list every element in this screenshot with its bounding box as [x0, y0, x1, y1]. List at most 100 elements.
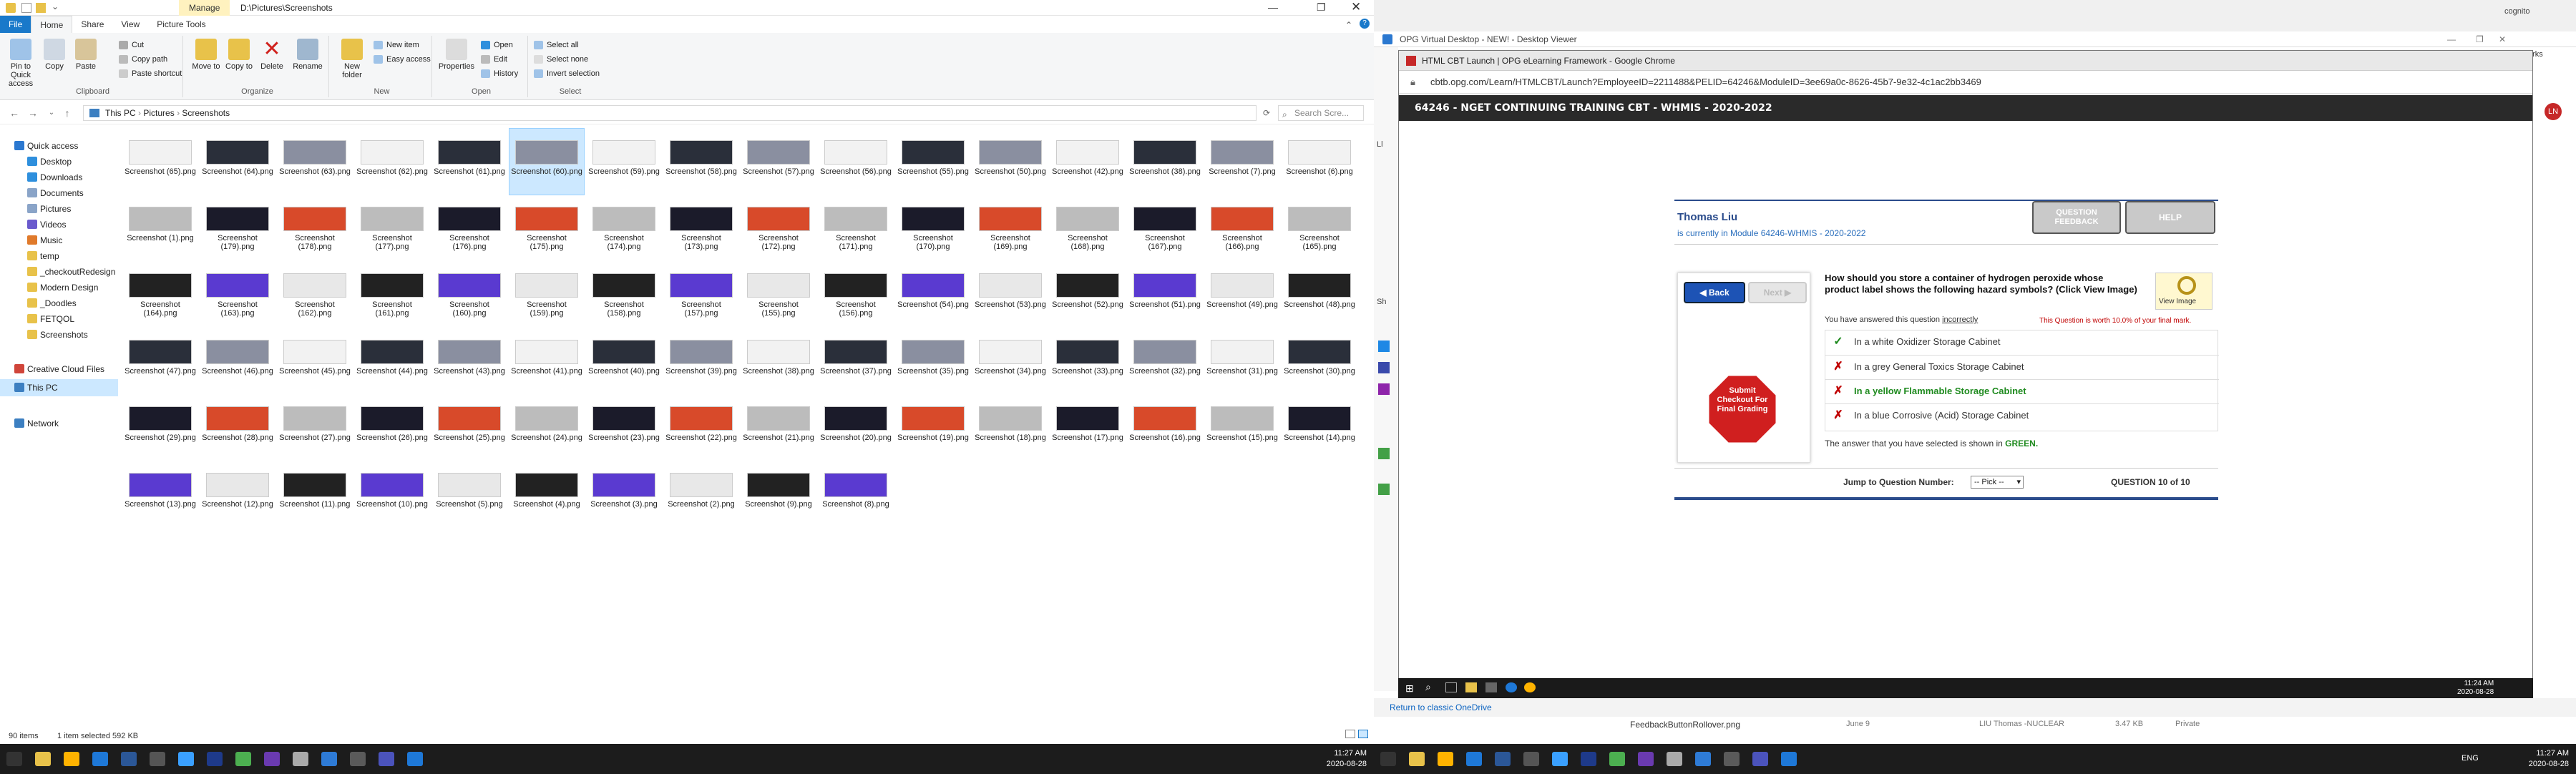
edit-button[interactable]: Edit: [479, 53, 507, 66]
file-tile[interactable]: Screenshot (175).png: [509, 195, 584, 261]
taskbar-app-icon[interactable]: [200, 744, 229, 774]
taskbar-app-icon[interactable]: [1431, 744, 1460, 774]
file-tile[interactable]: Screenshot (45).png: [278, 328, 352, 394]
app-tile-icon[interactable]: [1378, 362, 1390, 373]
tab-home[interactable]: Home: [31, 16, 73, 33]
file-tile[interactable]: Screenshot (32).png: [1128, 328, 1202, 394]
file-tile[interactable]: Screenshot (11).png: [278, 461, 352, 527]
file-tile[interactable]: Screenshot (38).png: [741, 328, 816, 394]
taskbar-app-icon[interactable]: [258, 744, 286, 774]
onedrive-file-name[interactable]: FeedbackButtonRollover.png: [1630, 720, 1740, 730]
file-tile[interactable]: Screenshot (62).png: [355, 129, 429, 195]
file-tile[interactable]: Screenshot (5).png: [432, 461, 507, 527]
taskbar-app-icon[interactable]: [1546, 744, 1574, 774]
file-tile[interactable]: Screenshot (48).png: [1282, 262, 1357, 328]
tab-picture-tools[interactable]: Picture Tools: [148, 16, 214, 33]
file-tile[interactable]: Screenshot (174).png: [587, 195, 661, 261]
taskbar-app-icon[interactable]: [0, 744, 29, 774]
app-tile-icon[interactable]: [1378, 341, 1390, 352]
file-tile[interactable]: Screenshot (173).png: [664, 195, 738, 261]
file-tile[interactable]: Screenshot (50).png: [973, 129, 1048, 195]
windows-start-icon[interactable]: ⊞: [1405, 682, 1414, 695]
file-tile[interactable]: Screenshot (56).png: [819, 129, 893, 195]
app-icon[interactable]: [1485, 682, 1497, 692]
easy-access-button[interactable]: Easy access: [372, 53, 431, 66]
submit-checkout-button[interactable]: Submit Checkout For Final Grading: [1707, 373, 1778, 445]
file-tile[interactable]: Screenshot (178).png: [278, 195, 352, 261]
taskbar-app-icon[interactable]: [1488, 744, 1517, 774]
breadcrumb-screenshots[interactable]: Screenshots: [182, 108, 230, 118]
file-tile[interactable]: Screenshot (179).png: [200, 195, 275, 261]
recent-dropdown-icon[interactable]: ⌄: [44, 106, 59, 120]
app-tile-icon[interactable]: [1378, 448, 1390, 459]
history-button[interactable]: History: [479, 67, 518, 80]
select-none-button[interactable]: Select none: [532, 53, 588, 66]
app-tile-icon[interactable]: [1378, 383, 1390, 395]
inner-clock[interactable]: 11:24 AM 2020-08-28: [2457, 680, 2494, 697]
taskbar-app-icon[interactable]: [1574, 744, 1603, 774]
file-tile[interactable]: Screenshot (23).png: [587, 395, 661, 461]
clock-left[interactable]: 11:27 AM 2020-08-28: [1295, 744, 1367, 774]
file-tile[interactable]: Screenshot (3).png: [587, 461, 661, 527]
copy-path-button[interactable]: Copy path: [117, 53, 167, 66]
ribbon-collapse-icon[interactable]: ⌃: [1345, 20, 1352, 30]
taskbar-app-icon[interactable]: [1689, 744, 1717, 774]
new-folder-icon[interactable]: [36, 3, 46, 13]
file-tile[interactable]: Screenshot (43).png: [432, 328, 507, 394]
nav-item[interactable]: Downloads: [0, 169, 118, 186]
file-tile[interactable]: Screenshot (12).png: [200, 461, 275, 527]
nav-item[interactable]: Videos: [0, 216, 118, 233]
move-to-button[interactable]: Move to: [190, 39, 222, 71]
option-4[interactable]: ✗ In a blue Corrosive (Acid) Storage Cabi…: [1825, 403, 2219, 426]
breadcrumb-pictures[interactable]: Pictures: [143, 108, 174, 118]
nav-item[interactable]: Screenshots: [0, 326, 118, 343]
taskbar-app-icon[interactable]: [1460, 744, 1488, 774]
help-button[interactable]: HELP: [2125, 201, 2215, 234]
new-folder-button[interactable]: New folder: [336, 39, 368, 79]
file-tile[interactable]: Screenshot (1).png: [123, 195, 197, 261]
copy-to-button[interactable]: Copy to: [223, 39, 255, 71]
file-tile[interactable]: Screenshot (19).png: [896, 395, 970, 461]
paste-button[interactable]: Paste: [72, 39, 100, 71]
file-tile[interactable]: Screenshot (155).png: [741, 262, 816, 328]
file-tile[interactable]: Screenshot (38).png: [1128, 129, 1202, 195]
file-tile[interactable]: Screenshot (26).png: [355, 395, 429, 461]
file-tile[interactable]: Screenshot (168).png: [1050, 195, 1125, 261]
up-arrow-icon[interactable]: ↑: [60, 106, 74, 120]
file-tile[interactable]: Screenshot (35).png: [896, 328, 970, 394]
properties-button[interactable]: Properties: [438, 39, 475, 71]
file-tile[interactable]: Screenshot (177).png: [355, 195, 429, 261]
taskbar-app-icon[interactable]: [315, 744, 343, 774]
file-tile[interactable]: Screenshot (169).png: [973, 195, 1048, 261]
taskbar-app-icon[interactable]: [143, 744, 172, 774]
taskbar-app-icon[interactable]: [1660, 744, 1689, 774]
taskbar-app-icon[interactable]: [172, 744, 200, 774]
tab-view[interactable]: View: [112, 16, 148, 33]
breadcrumb-this-pc[interactable]: This PC: [105, 108, 136, 118]
back-button[interactable]: ◀ Back: [1684, 282, 1745, 303]
file-tile[interactable]: Screenshot (156).png: [819, 262, 893, 328]
file-tile[interactable]: Screenshot (172).png: [741, 195, 816, 261]
file-tile[interactable]: Screenshot (24).png: [509, 395, 584, 461]
file-tile[interactable]: Screenshot (33).png: [1050, 328, 1125, 394]
maximize-icon[interactable]: ❐: [1317, 1, 1326, 14]
address-box[interactable]: This PC › Pictures › Screenshots: [83, 105, 1257, 121]
pin-quick-access-button[interactable]: Pin to Quick access: [3, 39, 39, 88]
file-tile[interactable]: Screenshot (29).png: [123, 395, 197, 461]
file-tile[interactable]: Screenshot (170).png: [896, 195, 970, 261]
taskbar-app-icon[interactable]: [1603, 744, 1631, 774]
file-tile[interactable]: Screenshot (18).png: [973, 395, 1048, 461]
file-tile[interactable]: Screenshot (164).png: [123, 262, 197, 328]
nav-item[interactable]: Creative Cloud Files: [0, 361, 118, 378]
file-tile[interactable]: Screenshot (46).png: [200, 328, 275, 394]
file-tile[interactable]: Screenshot (16).png: [1128, 395, 1202, 461]
nav-item[interactable]: Modern Design: [0, 279, 118, 296]
file-tile[interactable]: Screenshot (28).png: [200, 395, 275, 461]
taskbar-app-icon[interactable]: [401, 744, 429, 774]
file-tile[interactable]: Screenshot (10).png: [355, 461, 429, 527]
file-tile[interactable]: Screenshot (42).png: [1050, 129, 1125, 195]
file-tile[interactable]: Screenshot (165).png: [1282, 195, 1357, 261]
file-tile[interactable]: Screenshot (39).png: [664, 328, 738, 394]
file-tile[interactable]: Screenshot (47).png: [123, 328, 197, 394]
taskbar-app-icon[interactable]: [1402, 744, 1431, 774]
